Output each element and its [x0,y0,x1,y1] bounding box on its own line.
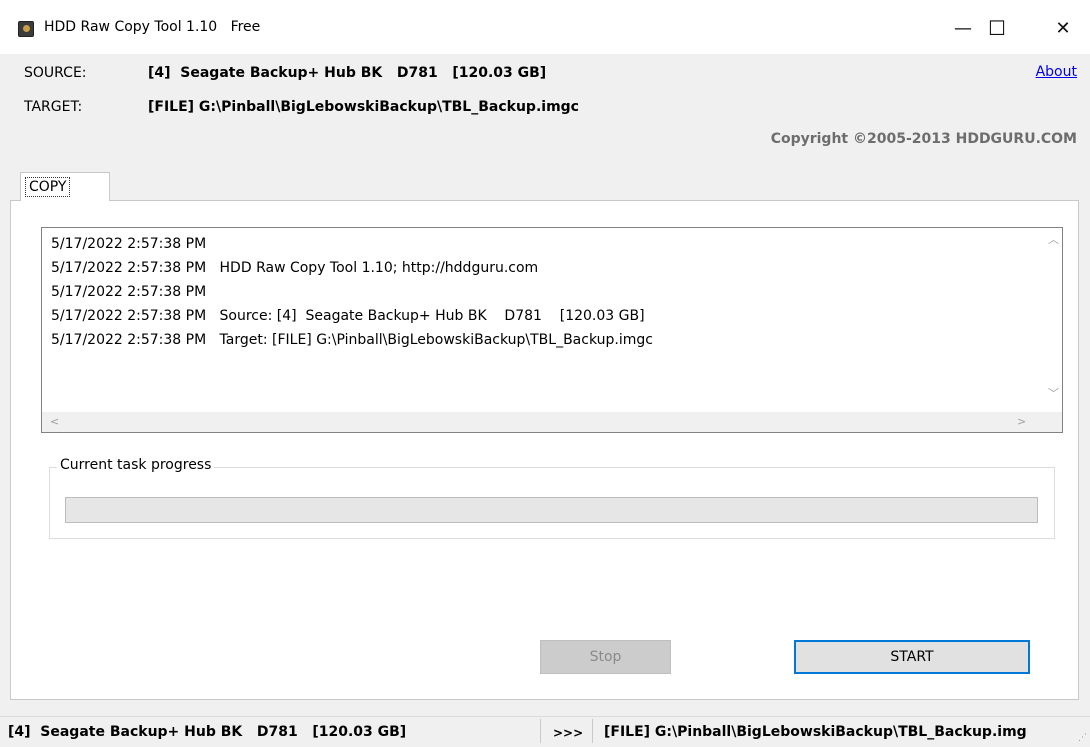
log-line: 5/17/2022 2:57:38 PM [51,236,207,252]
window-title: HDD Raw Copy Tool 1.10 Free [44,19,261,35]
source-value: [4] Seagate Backup+ Hub BK D781 [120.03 … [148,65,547,81]
log-line: 5/17/2022 2:57:38 PM Target: [FILE] G:\P… [51,332,653,348]
title-bar: HDD Raw Copy Tool 1.10 Free — ☐ ✕ [0,0,1090,54]
tab-copy[interactable]: COPY [20,172,110,201]
scroll-up-icon[interactable]: ︿ [1048,234,1059,246]
horizontal-scrollbar[interactable]: < > [42,412,1045,432]
tab-copy-label: COPY [25,177,71,197]
status-separator [592,719,593,743]
status-source: [4] Seagate Backup+ Hub BK D781 [120.03 … [8,724,407,740]
resize-grip-icon[interactable]: ⋰ [1078,733,1087,743]
close-icon[interactable]: ✕ [1040,6,1086,50]
scroll-down-icon[interactable]: ﹀ [1048,388,1059,400]
status-arrow: >>> [553,726,584,740]
log-line: 5/17/2022 2:57:38 PM HDD Raw Copy Tool 1… [51,260,539,276]
progress-group-title: Current task progress [57,457,215,473]
log-line: 5/17/2022 2:57:38 PM [51,284,207,300]
maximize-icon[interactable]: ☐ [974,6,1020,50]
copyright-text: Copyright ©2005-2013 HDDGURU.COM [770,131,1077,147]
log-line: 5/17/2022 2:57:38 PM Source: [4] Seagate… [51,308,645,324]
target-value: [FILE] G:\Pinball\BigLebowskiBackup\TBL_… [148,99,579,115]
status-target: [FILE] G:\Pinball\BigLebowskiBackup\TBL_… [604,724,1027,740]
task-progress-bar [65,497,1038,523]
start-button[interactable]: START [794,640,1030,674]
vertical-scrollbar[interactable]: ︿ ﹀ [1045,228,1062,412]
scroll-right-icon[interactable]: > [1017,416,1026,428]
log-box[interactable]: 5/17/2022 2:57:38 PM 5/17/2022 2:57:38 P… [41,227,1063,433]
status-separator [540,719,541,743]
about-link[interactable]: About [1036,64,1077,80]
scrollbar-corner [1045,412,1062,432]
log-lines: 5/17/2022 2:57:38 PM 5/17/2022 2:57:38 P… [51,232,653,352]
stop-button[interactable]: Stop [540,640,671,674]
source-label: SOURCE: [24,65,87,81]
app-icon [18,21,34,37]
scroll-left-icon[interactable]: < [50,416,59,428]
target-label: TARGET: [24,99,83,115]
